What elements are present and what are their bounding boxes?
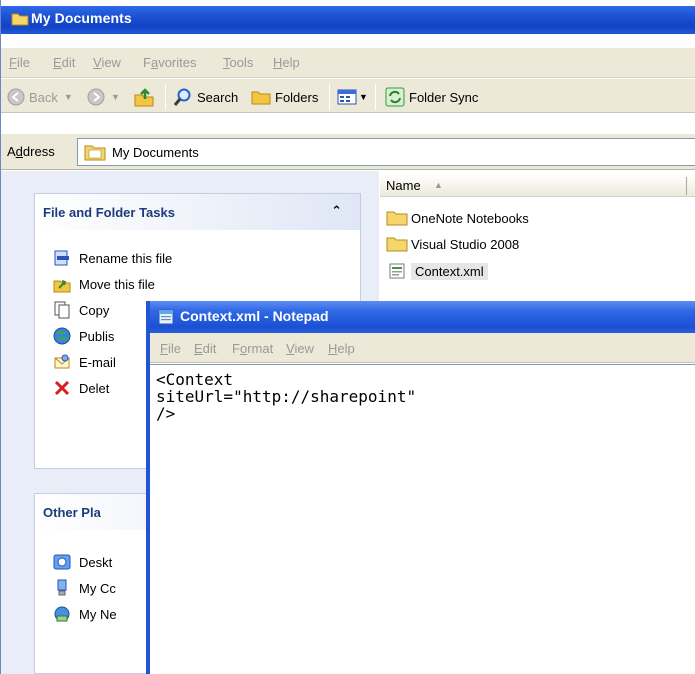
notepad-menu-view[interactable]: View (286, 341, 314, 356)
notepad-titlebar[interactable]: Context.xml - Notepad (150, 301, 695, 333)
move-icon (53, 280, 71, 293)
views-dropdown-icon[interactable]: ▼ (359, 92, 368, 102)
notepad-menu-help[interactable]: Help (328, 341, 355, 356)
task-email-file[interactable]: E-mail (53, 352, 116, 372)
desktop-icon (53, 554, 71, 570)
delete-icon (54, 380, 70, 396)
menu-help[interactable]: Help (273, 55, 300, 70)
explorer-menubar: File Edit View Favorites Tools Help (1, 48, 695, 78)
notepad-menu-format[interactable]: Format (232, 341, 273, 356)
notepad-window: Context.xml - Notepad File Edit Format V… (146, 301, 695, 674)
my-computer-icon (57, 579, 67, 596)
folders-icon (251, 91, 271, 105)
folder-icon (11, 13, 29, 26)
task-delete-file[interactable]: Delet (53, 378, 109, 398)
email-icon (54, 354, 70, 369)
toolbar-separator (375, 84, 376, 110)
forward-dropdown-icon[interactable]: ▼ (111, 92, 120, 102)
back-dropdown-icon[interactable]: ▼ (64, 92, 73, 102)
window-title: My Documents (31, 10, 132, 26)
search-icon (173, 88, 191, 106)
list-item[interactable]: OneNote Notebooks (386, 207, 529, 229)
folder-sync-button[interactable]: Folder Sync (385, 87, 478, 107)
my-network-icon (54, 606, 70, 622)
explorer-titlebar[interactable]: My Documents (1, 0, 695, 34)
folder-sync-icon (385, 87, 405, 107)
file-folder-tasks-header[interactable]: File and Folder Tasks ⌃ (35, 194, 360, 230)
back-arrow-icon (7, 88, 25, 106)
folder-icon (386, 211, 408, 226)
place-desktop[interactable]: Deskt (53, 552, 112, 572)
menu-tools[interactable]: Tools (223, 55, 253, 70)
views-icon (337, 89, 357, 105)
copy-icon (54, 301, 70, 319)
up-folder-icon (134, 88, 154, 107)
toolbar-separator (329, 84, 330, 110)
collapse-chevron-icon[interactable]: ⌃ (331, 203, 342, 219)
menu-file[interactable]: File (9, 55, 30, 70)
forward-arrow-icon (87, 88, 105, 106)
search-button[interactable]: Search (173, 87, 238, 107)
task-publish-file[interactable]: Publis (53, 326, 114, 346)
list-item[interactable]: Visual Studio 2008 (386, 233, 519, 255)
back-button[interactable]: Back ▼ (7, 87, 73, 107)
rename-icon (54, 250, 69, 266)
address-bar: Address My Documents (1, 134, 695, 170)
publish-globe-icon (53, 327, 71, 345)
toolbar-separator (165, 84, 166, 110)
notepad-text-area[interactable]: <Context siteUrl="http://sharepoint" /> (150, 364, 695, 674)
menu-view[interactable]: View (93, 55, 121, 70)
task-move-file[interactable]: Move this file (53, 274, 155, 294)
task-rename-file[interactable]: Rename this file (53, 248, 172, 268)
notepad-menubar: File Edit Format View Help (150, 333, 695, 363)
notepad-icon (158, 309, 174, 325)
explorer-toolbar: Back ▼ ▼ Search Folders ▼ Folder Sync (1, 79, 695, 113)
column-divider[interactable] (686, 177, 687, 195)
menu-edit[interactable]: Edit (53, 55, 75, 70)
notepad-menu-file[interactable]: File (160, 341, 181, 356)
notepad-content: <Context siteUrl="http://sharepoint" /> (156, 370, 417, 423)
list-item-selected[interactable]: Context.xml (386, 260, 488, 282)
place-my-computer[interactable]: My Cc (53, 578, 116, 598)
folders-button[interactable]: Folders (251, 87, 318, 107)
notepad-title: Context.xml - Notepad (180, 308, 329, 324)
menu-favorites[interactable]: Favorites (143, 55, 196, 70)
my-documents-folder-icon (84, 145, 106, 161)
views-button[interactable]: ▼ (337, 87, 368, 107)
address-label: Address (7, 144, 55, 159)
forward-button[interactable]: ▼ (87, 87, 120, 107)
notepad-menu-edit[interactable]: Edit (194, 341, 216, 356)
xml-file-icon (389, 263, 405, 279)
sort-ascending-icon: ▲ (434, 180, 443, 190)
place-my-network[interactable]: My Ne (53, 604, 117, 624)
folder-icon (386, 237, 408, 252)
task-copy-file[interactable]: Copy (53, 300, 109, 320)
address-field[interactable]: My Documents (77, 138, 695, 166)
column-header-name[interactable]: Name ▲ (380, 175, 695, 197)
up-folder-button[interactable] (133, 87, 155, 107)
